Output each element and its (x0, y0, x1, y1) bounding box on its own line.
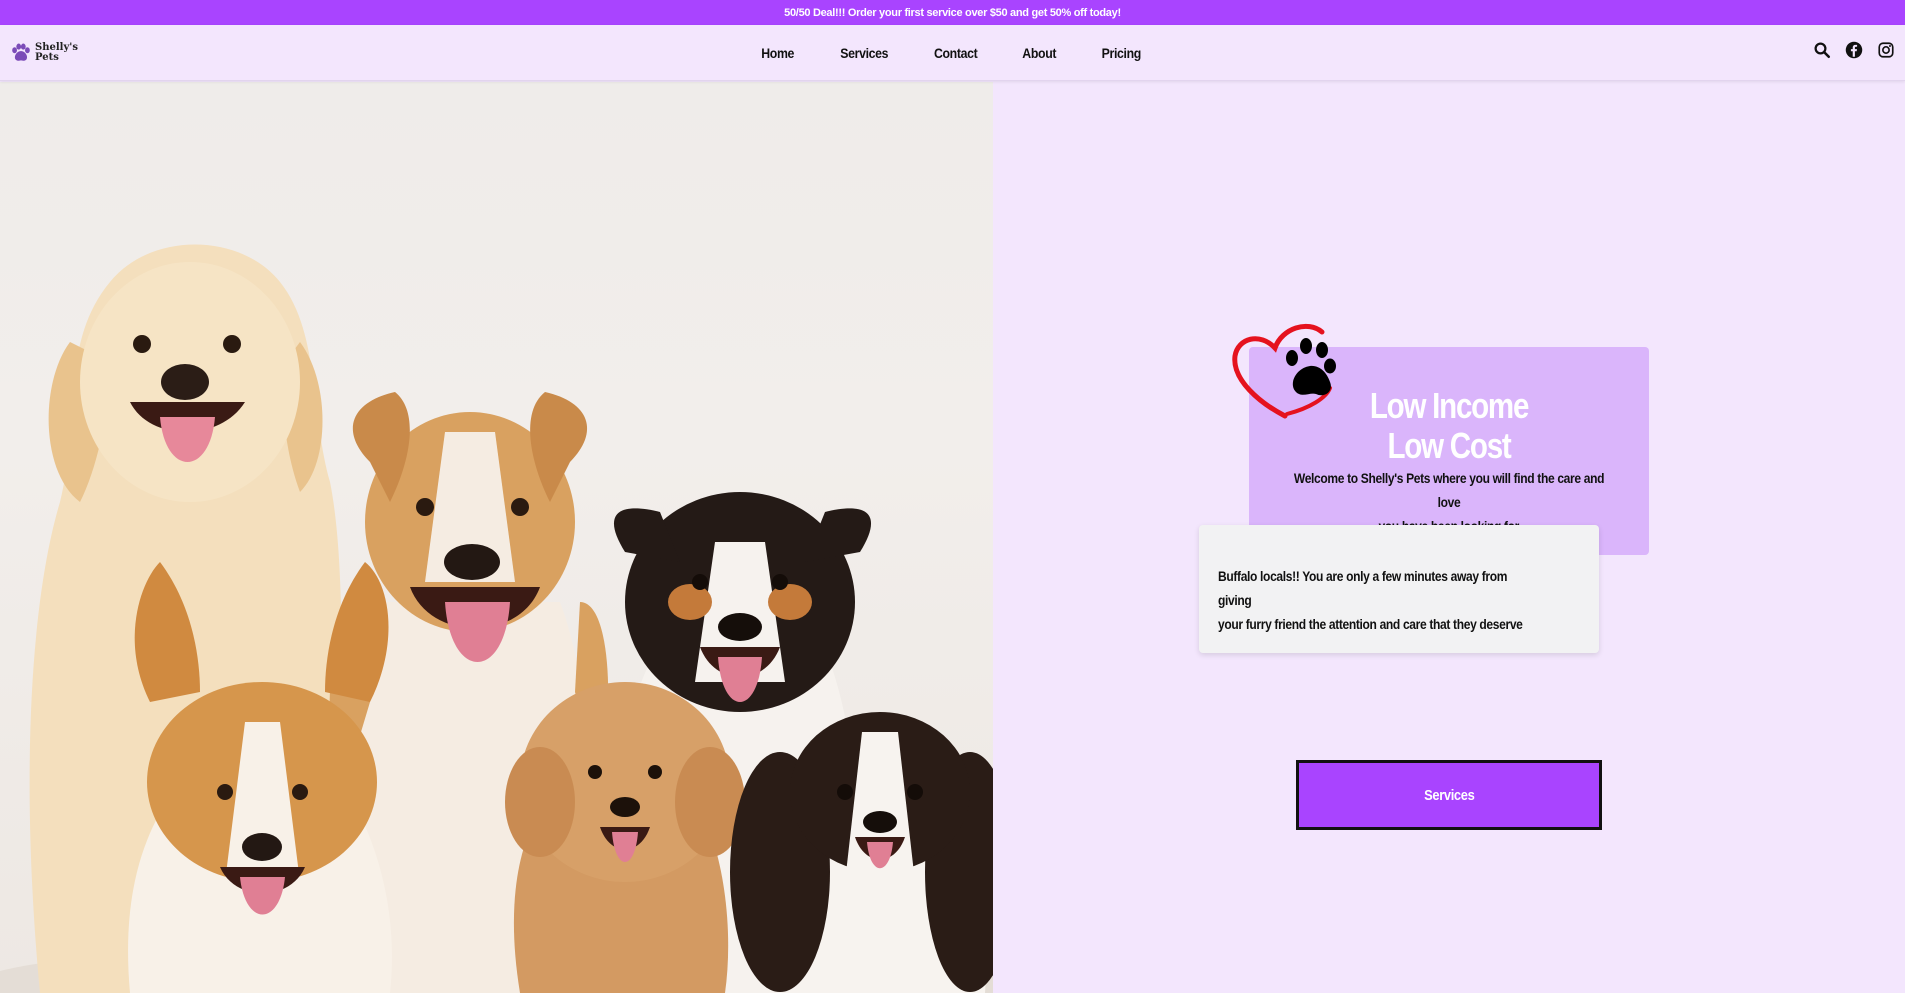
nav-pricing[interactable]: Pricing (1084, 45, 1158, 61)
locals-text-line1: Buffalo locals!! You are only a few minu… (1218, 568, 1508, 608)
hero-title: Low Income Low Cost (1249, 386, 1649, 466)
facebook-icon[interactable] (1845, 41, 1863, 59)
search-icon[interactable] (1813, 41, 1831, 59)
services-cta-label: Services (1423, 786, 1475, 804)
nav-contact[interactable]: Contact (917, 45, 996, 61)
nav-home[interactable]: Home (744, 45, 812, 61)
nav-services[interactable]: Services (822, 45, 905, 61)
site-header: Shelly's Pets Home Services Contact Abou… (0, 25, 1905, 81)
main-nav: Home Services Contact About Pricing (0, 25, 1905, 81)
hero-title-line1: Low Income (1369, 385, 1530, 426)
paw-logo-icon (12, 43, 30, 61)
hero-subtitle-line1: Welcome to Shelly's Pets where you will … (1293, 470, 1605, 510)
instagram-icon[interactable] (1877, 41, 1895, 59)
brand-name-line2: Pets (35, 52, 59, 63)
header-actions (1813, 41, 1895, 59)
announcement-text: 50/50 Deal!!! Order your first service o… (784, 6, 1121, 19)
brand-logo[interactable]: Shelly's Pets (10, 39, 78, 67)
announcement-bar: 50/50 Deal!!! Order your first service o… (0, 0, 1905, 25)
poodle-illustration (505, 682, 745, 993)
locals-text-line2: your furry friend the attention and care… (1218, 616, 1523, 632)
services-cta-button[interactable]: Services (1296, 760, 1602, 830)
brand-name: Shelly's Pets (35, 43, 78, 63)
locals-text: Buffalo locals!! You are only a few minu… (1218, 564, 1578, 636)
nav-about[interactable]: About (1005, 45, 1074, 61)
hero-title-line2: Low Cost (1387, 425, 1512, 466)
hero-image (0, 82, 993, 993)
